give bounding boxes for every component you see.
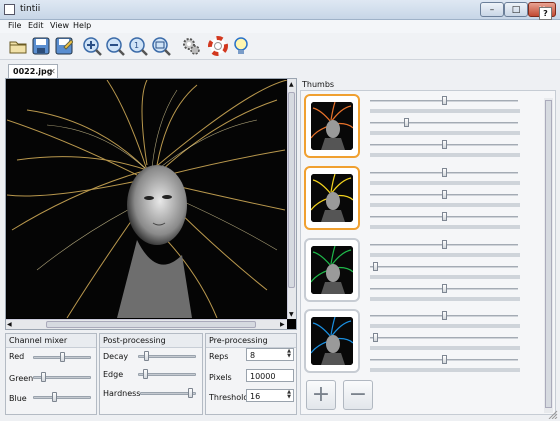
thumb-gradient-bar [370, 253, 520, 257]
thumb-gradient-bar [370, 131, 520, 135]
pixels-label: Pixels [209, 373, 232, 382]
thumb-gradient-bar [370, 275, 520, 279]
decay-slider-thumb[interactable] [144, 351, 150, 361]
svg-text:1: 1 [134, 41, 139, 50]
scroll-down-icon[interactable]: ▼ [289, 311, 294, 318]
thumb-gradient-bar [370, 324, 520, 328]
tip-lightbulb-icon[interactable] [231, 36, 251, 56]
thumb-gradient-bar [370, 153, 520, 157]
decay-label: Decay [103, 352, 129, 361]
thumb-preview [311, 246, 353, 294]
menu-view[interactable]: View [50, 21, 69, 30]
thumb-card[interactable] [304, 238, 360, 302]
image-view [5, 78, 297, 330]
thumb-slider-track[interactable] [370, 266, 518, 268]
image-horizontal-scroll-thumb[interactable] [46, 321, 256, 328]
scroll-right-icon[interactable]: ▶ [280, 321, 285, 328]
thumb-preview [311, 102, 353, 150]
hardness-label: Hardness [103, 389, 141, 398]
thumb-gradient-bar [370, 297, 520, 301]
window-title: tintii [20, 4, 41, 14]
remove-thumb-button[interactable]: − [343, 380, 373, 410]
menu-file[interactable]: File [8, 21, 21, 30]
pixels-spinbox[interactable]: 10000 [246, 369, 294, 382]
image-vertical-scroll-thumb[interactable] [288, 92, 295, 288]
edge-label: Edge [103, 370, 124, 379]
thumb-preview [311, 174, 353, 222]
save-icon[interactable] [31, 36, 51, 56]
edge-slider-thumb[interactable] [143, 369, 149, 379]
maximize-button[interactable]: □ [504, 2, 528, 17]
resize-grip-icon[interactable] [548, 410, 558, 420]
thumb-slider-thumb[interactable] [404, 118, 410, 127]
hardness-slider-thumb[interactable] [188, 388, 194, 398]
reps-spin-arrows[interactable]: ▲ ▼ [285, 349, 293, 360]
thumb-gradient-bar [370, 109, 520, 113]
pre-processing-title: Pre-processing [206, 334, 296, 348]
thumb-preview [311, 317, 353, 365]
channel-mixer-title: Channel mixer [6, 334, 96, 348]
threshold-spin-arrows[interactable]: ▲ ▼ [285, 390, 293, 401]
thumb-card[interactable] [304, 309, 360, 373]
channel-red-slider-thumb[interactable] [59, 352, 65, 362]
thumbs-scroll-thumb[interactable] [545, 100, 552, 408]
green-label: Green [9, 374, 34, 383]
red-label: Red [9, 352, 25, 361]
thumb-gradient-bar [370, 346, 520, 350]
menu-help[interactable]: Help [73, 21, 91, 30]
photo-preview [7, 80, 287, 318]
thumb-slider-thumb[interactable] [441, 212, 447, 221]
help-button[interactable]: ? [539, 7, 552, 20]
thumb-slider-thumb[interactable] [441, 140, 447, 149]
zoom-in-icon[interactable] [82, 36, 102, 56]
app-icon [4, 4, 15, 15]
post-processing-title: Post-processing [100, 334, 202, 348]
thumb-slider-thumb[interactable] [441, 284, 447, 293]
save-as-icon[interactable] [54, 36, 74, 56]
open-folder-icon[interactable] [8, 36, 28, 56]
thumb-slider-thumb[interactable] [372, 262, 378, 271]
channel-blue-slider-track[interactable] [33, 396, 91, 399]
thumb-card[interactable] [304, 166, 360, 230]
thumb-gradient-bar [370, 181, 520, 185]
zoom-fit-icon[interactable] [151, 36, 171, 56]
menu-edit[interactable]: Edit [28, 21, 44, 30]
thumb-card[interactable] [304, 94, 360, 158]
thumb-slider-thumb[interactable] [441, 240, 447, 249]
help-lifebuoy-icon[interactable] [208, 36, 228, 56]
tab-close-icon[interactable]: ✕ [49, 67, 56, 76]
scroll-up-icon[interactable]: ▲ [289, 81, 294, 88]
zoom-out-icon[interactable] [105, 36, 125, 56]
thumb-gradient-bar [370, 368, 520, 372]
reps-label: Reps [209, 352, 229, 361]
zoom-actual-icon[interactable]: 1 [128, 36, 148, 56]
thumb-slider-thumb[interactable] [372, 333, 378, 342]
thumb-gradient-bar [370, 225, 520, 229]
threshold-label: Threshold [209, 393, 249, 402]
thumb-slider-thumb[interactable] [441, 355, 447, 364]
thumb-slider-track[interactable] [370, 337, 518, 339]
thumb-slider-thumb[interactable] [441, 168, 447, 177]
thumb-slider-track[interactable] [370, 122, 518, 124]
thumb-slider-thumb[interactable] [441, 311, 447, 320]
thumb-slider-thumb[interactable] [441, 190, 447, 199]
channel-green-slider-thumb[interactable] [40, 372, 46, 382]
thumb-gradient-bar [370, 203, 520, 207]
thumbs-title: Thumbs [302, 80, 335, 89]
channel-blue-slider-thumb[interactable] [51, 392, 57, 402]
thumb-slider-thumb[interactable] [441, 96, 447, 105]
blue-label: Blue [9, 394, 27, 403]
scroll-left-icon[interactable]: ◀ [7, 321, 12, 328]
title-bar [0, 0, 560, 20]
add-thumb-button[interactable]: + [306, 380, 336, 410]
settings-gears-icon[interactable] [181, 36, 201, 56]
minimize-button[interactable]: – [480, 2, 504, 17]
